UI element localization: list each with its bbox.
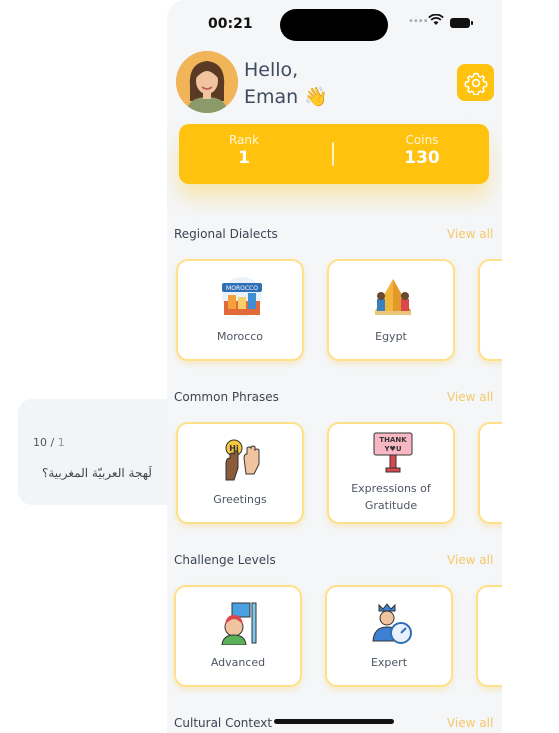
waving-hands-icon: Hi [225,439,260,481]
card-label: Advanced [210,656,266,669]
section-title-regional-dialects: Regional Dialects [174,227,278,241]
svg-text:MOROCCO: MOROCCO [226,285,258,292]
svg-text:THANK: THANK [379,436,407,444]
card-morocco[interactable]: MOROCCO Morocco [176,259,304,361]
settings-button[interactable] [457,64,494,101]
battery-icon [450,18,474,28]
phone-screen: 00:21 •••• Hello, Eman 👋 Rank 1 Coins 13… [167,0,502,733]
card-label: Egypt [375,330,407,343]
expert-gauge-icon [372,603,412,644]
card-greetings[interactable]: Hi Greetings [176,422,304,524]
card-partial[interactable] [476,585,502,687]
section-title-cultural-context: Cultural Context [174,716,273,730]
rank-stat: Rank 1 [184,133,304,168]
signal-icon: •••• [408,16,429,27]
egypt-pyramids-icon [375,279,411,315]
stats-card: Rank 1 Coins 130 [179,124,489,184]
student-board-icon [221,602,257,645]
avatar[interactable] [176,51,238,113]
rank-value: 1 [238,148,250,168]
gear-icon [464,72,487,95]
card-label: Morocco [216,330,264,343]
rank-label: Rank [229,133,259,147]
card-label: Greetings [213,493,267,506]
quiz-question: لَهجة العربيّة المغربية؟ [42,466,152,480]
wifi-icon [428,14,444,25]
card-expert[interactable]: Expert [325,585,453,687]
view-all-common-phrases[interactable]: View all [447,390,493,404]
card-partial[interactable] [478,422,502,524]
card-expressions-of-gratitude[interactable]: THANK Y♥U Expressions of Gratitude [327,422,455,524]
home-indicator[interactable] [274,719,394,724]
card-label: Expert [370,656,408,669]
view-all-challenge-levels[interactable]: View all [447,553,493,567]
coins-value: 130 [404,148,440,168]
svg-text:Y♥U: Y♥U [383,445,401,453]
dynamic-island [280,9,388,41]
card-egypt[interactable]: Egypt [327,259,455,361]
status-time: 00:21 [208,16,253,32]
view-all-regional-dialects[interactable]: View all [447,227,493,241]
quiz-progress: 10 / 1 [33,436,65,449]
thank-you-sign-icon: THANK Y♥U [373,432,413,473]
view-all-cultural-context[interactable]: View all [447,716,493,730]
section-title-challenge-levels: Challenge Levels [174,553,276,567]
card-label: Expressions of Gratitude [351,482,431,512]
section-title-common-phrases: Common Phrases [174,390,279,404]
card-partial[interactable] [478,259,502,361]
stats-divider [332,142,334,166]
card-advanced[interactable]: Advanced [174,585,302,687]
morocco-landmark-icon: MOROCCO [222,277,262,317]
coins-label: Coins [405,133,439,147]
coins-stat: Coins 130 [362,133,482,168]
greeting: Hello, Eman 👋 [244,59,328,108]
